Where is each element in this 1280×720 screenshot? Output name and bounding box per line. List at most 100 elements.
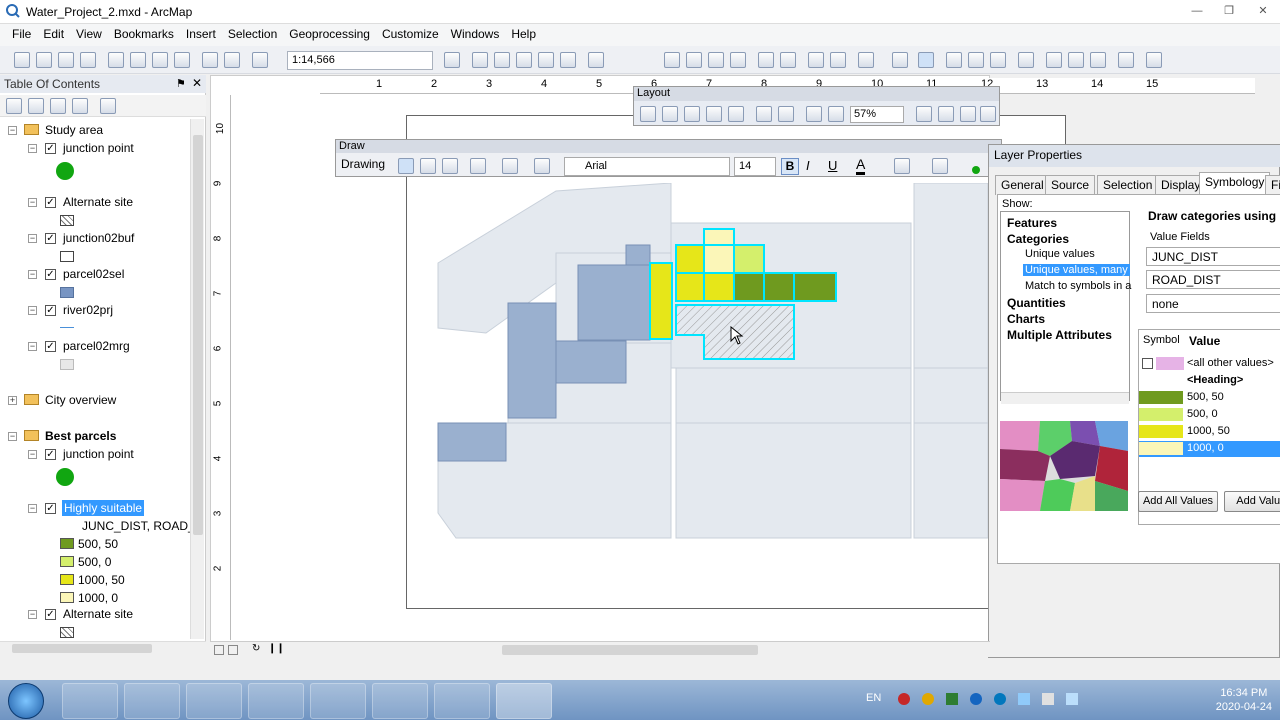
measure-icon[interactable]	[1018, 52, 1034, 68]
toc-item[interactable]: Best parcels	[45, 429, 116, 443]
map-frame[interactable]	[436, 183, 988, 543]
layer-checkbox[interactable]: ✓	[45, 305, 56, 316]
change-layout-icon[interactable]	[960, 106, 976, 122]
tab-source[interactable]: Source	[1045, 175, 1096, 195]
select-elements-icon[interactable]	[918, 52, 934, 68]
tray-icon[interactable]	[922, 693, 934, 705]
menu-item-customize[interactable]: Customize	[376, 24, 445, 44]
toc-item[interactable]: junction02buf	[63, 231, 134, 245]
find-route-icon[interactable]	[1068, 52, 1084, 68]
edit-vertices-icon[interactable]	[534, 158, 550, 174]
expander-icon[interactable]: −	[28, 144, 37, 153]
paste-icon[interactable]	[152, 52, 168, 68]
fixed-zoom-in-icon[interactable]	[758, 52, 774, 68]
marker-color-icon[interactable]	[972, 166, 980, 174]
toc-item-selected[interactable]: Highly suitable	[62, 500, 145, 516]
arccatalog-icon[interactable]	[310, 683, 366, 719]
scrollbar-thumb[interactable]	[193, 135, 203, 535]
tray-icon[interactable]	[898, 693, 910, 705]
catalog-window-icon[interactable]	[494, 52, 510, 68]
add-values-button[interactable]: Add Values	[1224, 491, 1280, 512]
expander-icon[interactable]: −	[28, 234, 37, 243]
fixed-zoom-in-icon[interactable]	[756, 106, 772, 122]
list-by-drawing-order-icon[interactable]	[6, 98, 22, 114]
menu-item-geoprocessing[interactable]: Geoprocessing	[283, 24, 376, 44]
pan-icon[interactable]	[684, 106, 700, 122]
notepad-icon[interactable]	[434, 683, 490, 719]
line-color-icon[interactable]	[932, 158, 948, 174]
value-field-1-select[interactable]: JUNC_DIST	[1146, 247, 1280, 266]
italic-button[interactable]: I	[806, 158, 810, 173]
toc-item[interactable]: Alternate site	[63, 195, 133, 209]
minimize-button[interactable]: —	[1182, 0, 1212, 22]
toc-item[interactable]: parcel02sel	[63, 267, 124, 281]
select-features-icon[interactable]	[858, 52, 874, 68]
zoom-in-icon[interactable]	[664, 52, 680, 68]
zoom-out-icon[interactable]	[686, 52, 702, 68]
pause-drawing-icon[interactable]: ❙❙	[268, 643, 285, 654]
clear-selection-icon[interactable]	[892, 52, 908, 68]
zoom-select[interactable]: 57%	[850, 106, 904, 123]
menu-item-help[interactable]: Help	[505, 24, 542, 44]
arctoolbox-icon[interactable]	[538, 52, 554, 68]
cut-icon[interactable]	[108, 52, 124, 68]
table-row-selected[interactable]: 1000, 0	[1139, 441, 1280, 457]
action-center-icon[interactable]	[1066, 693, 1078, 705]
focus-data-frame-icon[interactable]	[938, 106, 954, 122]
expander-icon[interactable]: −	[28, 610, 37, 619]
tray-icon[interactable]	[994, 693, 1006, 705]
toc-window-icon[interactable]	[472, 52, 488, 68]
back-extent-icon[interactable]	[806, 106, 822, 122]
map-scale-input[interactable]: 1:14,566	[287, 51, 433, 70]
value-field-3-select[interactable]: none	[1146, 294, 1280, 313]
list-by-source-icon[interactable]	[28, 98, 44, 114]
symbol-swatch[interactable]	[1139, 391, 1183, 404]
fixed-zoom-out-icon[interactable]	[780, 52, 796, 68]
symbol-swatch[interactable]	[1139, 442, 1183, 455]
table-row[interactable]: <all other values>	[1139, 356, 1280, 372]
show-item-quantities[interactable]: Quantities	[1007, 296, 1066, 310]
layer-checkbox[interactable]: ✓	[45, 609, 56, 620]
toc-item[interactable]: Study area	[45, 123, 103, 137]
scrollbar-thumb[interactable]	[12, 644, 152, 653]
html-popup-icon[interactable]	[990, 52, 1006, 68]
copy-icon[interactable]	[130, 52, 146, 68]
show-item-charts[interactable]: Charts	[1007, 312, 1045, 326]
open-icon[interactable]	[36, 52, 52, 68]
tab-symbology[interactable]: Symbology	[1199, 172, 1271, 195]
table-row[interactable]: 500, 50	[1139, 390, 1280, 406]
forward-extent-icon[interactable]	[830, 52, 846, 68]
select-elements-icon[interactable]	[398, 158, 414, 174]
expander-icon[interactable]: −	[28, 306, 37, 315]
arcmap-taskbar-icon[interactable]	[496, 683, 552, 719]
show-item-multiple-attributes[interactable]: Multiple Attributes	[1007, 328, 1112, 342]
font-size-select[interactable]: 14	[734, 157, 776, 176]
refresh-icon[interactable]: ↻	[252, 643, 260, 654]
obs-icon[interactable]	[248, 683, 304, 719]
menu-item-bookmarks[interactable]: Bookmarks	[108, 24, 180, 44]
zoom-to-selected-icon[interactable]	[442, 158, 458, 174]
pan-icon[interactable]	[708, 52, 724, 68]
expander-icon[interactable]: −	[28, 342, 37, 351]
language-indicator[interactable]: EN	[866, 692, 881, 704]
print-icon[interactable]	[80, 52, 96, 68]
add-data-icon[interactable]	[252, 52, 268, 68]
identify-icon[interactable]	[946, 52, 962, 68]
view-scrollbar[interactable]: ↻ ❙❙	[210, 641, 990, 657]
close-icon[interactable]: ✕	[192, 76, 202, 90]
toc-item[interactable]: junction point	[63, 447, 134, 461]
forward-extent-icon[interactable]	[828, 106, 844, 122]
search-window-icon[interactable]	[516, 52, 532, 68]
new-document-icon[interactable]	[14, 52, 30, 68]
font-color-button[interactable]: A	[856, 156, 866, 175]
expander-icon[interactable]: −	[8, 126, 17, 135]
toc-item[interactable]: Alternate site	[63, 607, 133, 621]
show-list-hscrollbar[interactable]	[1001, 392, 1129, 404]
show-item-features[interactable]: Features	[1007, 216, 1057, 230]
tab-selection[interactable]: Selection	[1097, 175, 1159, 195]
model-builder-icon[interactable]	[588, 52, 604, 68]
menu-item-selection[interactable]: Selection	[222, 24, 283, 44]
toggle-draft-mode-icon[interactable]	[916, 106, 932, 122]
expander-icon[interactable]: −	[28, 270, 37, 279]
toc-item[interactable]: river02prj	[63, 303, 113, 317]
